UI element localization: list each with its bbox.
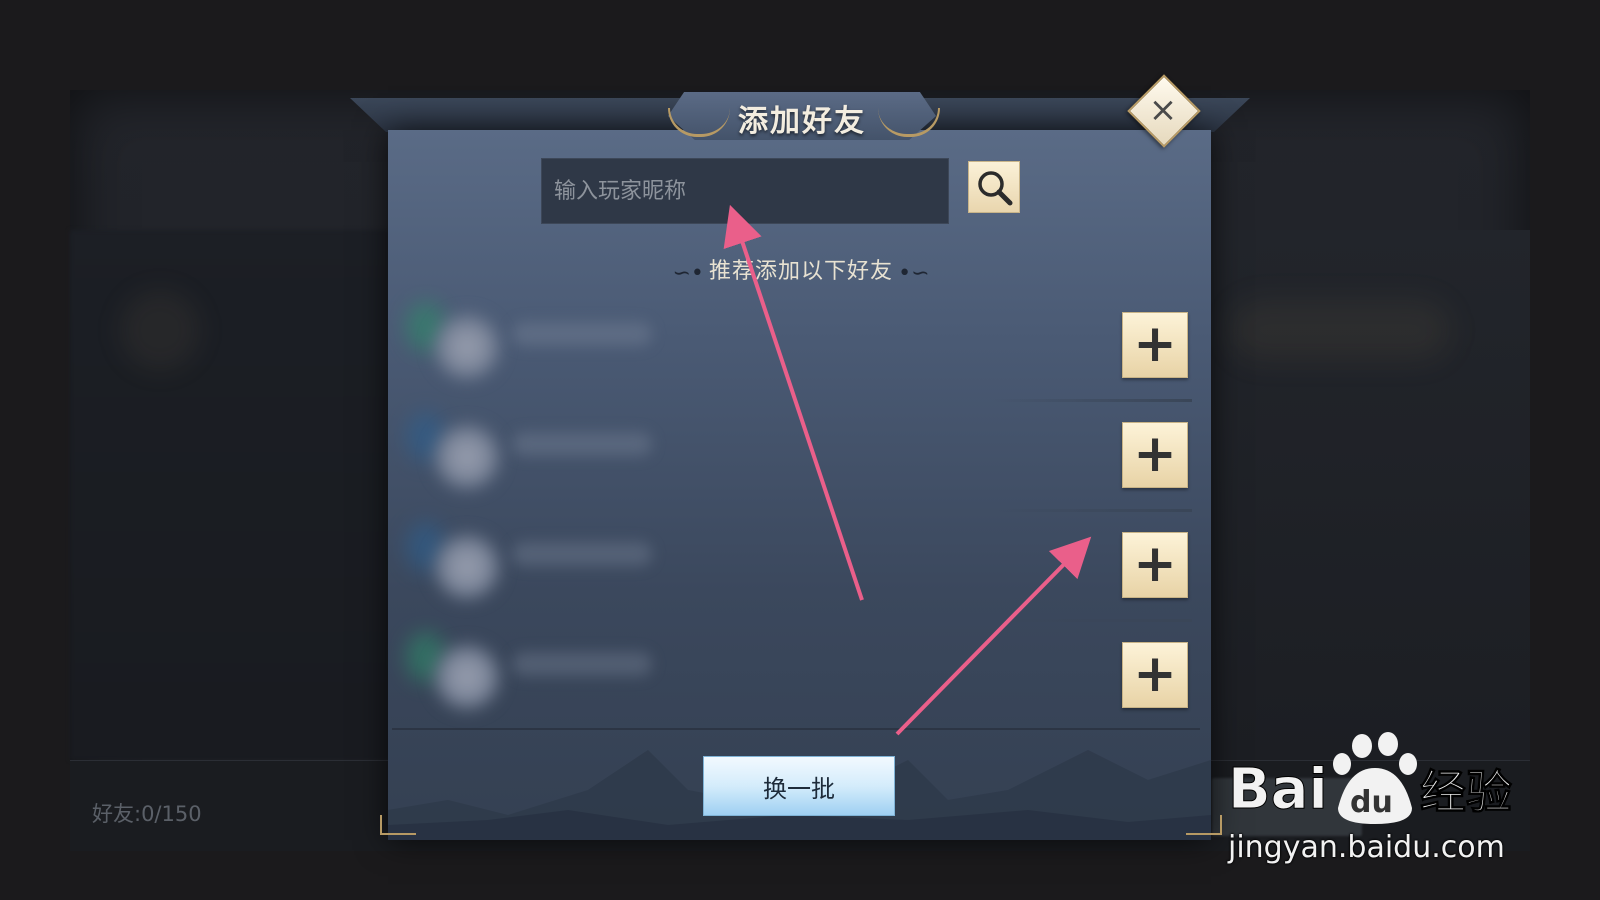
avatar bbox=[432, 532, 502, 602]
recommended-friend-list: + + + + bbox=[392, 292, 1200, 728]
add-friend-button[interactable]: + bbox=[1122, 532, 1188, 598]
search-button[interactable] bbox=[968, 161, 1020, 213]
swirl-ornament-icon: ∽• bbox=[672, 261, 704, 286]
add-friend-button[interactable]: + bbox=[1122, 642, 1188, 708]
blurred-player-name bbox=[512, 432, 652, 456]
avatar bbox=[432, 642, 502, 712]
list-item: + bbox=[392, 292, 1200, 402]
add-friend-button[interactable]: + bbox=[1122, 312, 1188, 378]
refresh-batch-button[interactable]: 换一批 bbox=[703, 756, 895, 816]
svg-text:经验: 经验 bbox=[1420, 765, 1512, 819]
list-item: + bbox=[392, 622, 1200, 732]
dialog-title: 添加好友 bbox=[738, 104, 866, 139]
magnifier-icon bbox=[978, 171, 1013, 206]
friend-count-label: 好友:0/150 bbox=[92, 802, 202, 826]
player-nickname-search-input[interactable] bbox=[541, 158, 949, 224]
svg-text:du: du bbox=[1350, 785, 1393, 820]
blurred-player-name bbox=[512, 322, 652, 346]
watermark-url: jingyan.baidu.com bbox=[1228, 830, 1505, 865]
background-blur-glow bbox=[120, 290, 200, 370]
plus-icon: + bbox=[1133, 644, 1177, 704]
baidu-jingyan-watermark-logo: Bai du 经验 bbox=[1228, 732, 1513, 824]
close-icon[interactable]: × bbox=[1145, 92, 1181, 128]
blurred-player-name bbox=[512, 542, 652, 566]
plus-icon: + bbox=[1133, 534, 1177, 594]
avatar bbox=[432, 422, 502, 492]
recommend-label: 推荐添加以下好友 bbox=[708, 259, 893, 284]
paw-icon: du bbox=[1333, 732, 1417, 824]
plus-icon: + bbox=[1133, 424, 1177, 484]
background-left-column bbox=[70, 230, 390, 760]
corner-ornament bbox=[1186, 815, 1222, 835]
recommend-header: ∽• 推荐添加以下好友 •∽ bbox=[636, 253, 966, 287]
list-item: + bbox=[392, 512, 1200, 622]
corner-ornament bbox=[380, 815, 416, 835]
swirl-ornament-icon: •∽ bbox=[898, 261, 930, 286]
list-item: + bbox=[392, 402, 1200, 512]
background-blur-glow bbox=[1230, 300, 1450, 360]
blurred-player-name bbox=[512, 652, 652, 676]
svg-text:Bai: Bai bbox=[1228, 757, 1328, 822]
avatar bbox=[432, 312, 502, 382]
add-friend-button[interactable]: + bbox=[1122, 422, 1188, 488]
plus-icon: + bbox=[1133, 314, 1177, 374]
